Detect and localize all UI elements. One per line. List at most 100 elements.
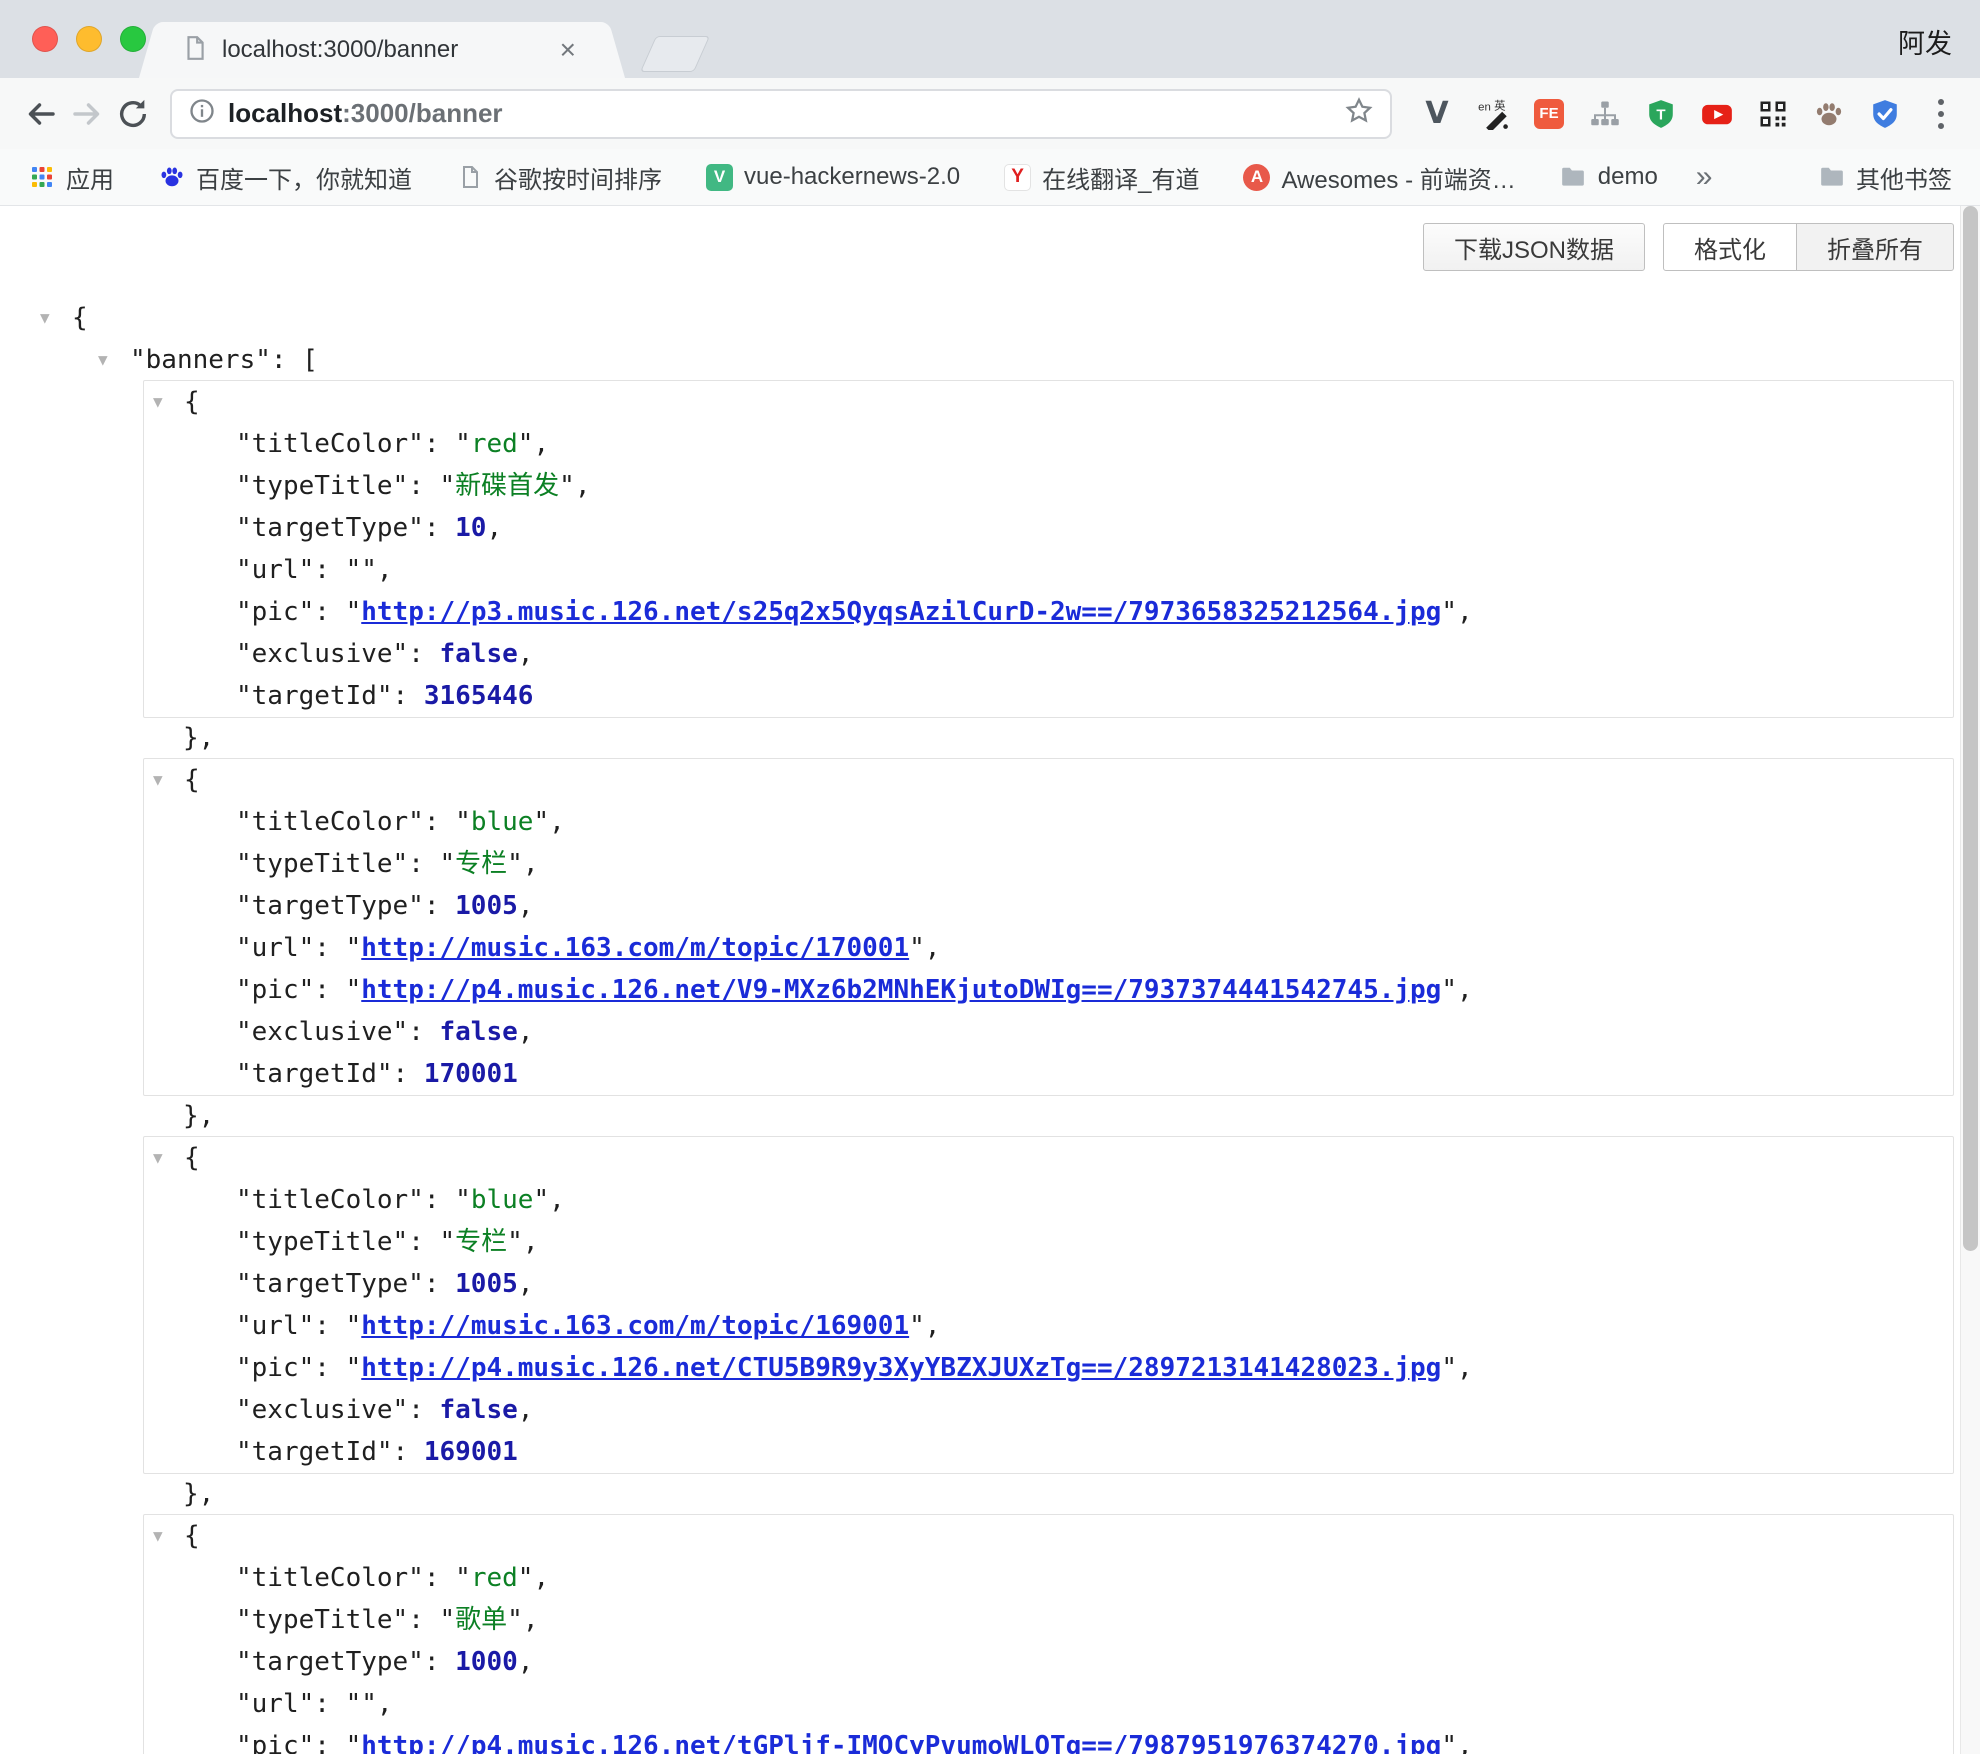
scrollbar-thumb[interactable] [1963, 206, 1978, 1251]
json-key: "url" [236, 1689, 314, 1719]
bookmark-label: 在线翻译_有道 [1042, 160, 1199, 195]
json-property-line: "exclusive": false, [144, 633, 1953, 675]
collapse-triangle-icon[interactable]: ▼ [153, 759, 163, 801]
json-colon: : [424, 1269, 455, 1299]
json-url-link[interactable]: http://p4.music.126.net/V9-MXz6b2MNhEKju… [361, 975, 1441, 1005]
json-property-line: "pic": "http://p4.music.126.net/tGPljf-I… [144, 1725, 1953, 1754]
json-close-brace: }, [183, 1101, 214, 1131]
json-quote: " [533, 807, 549, 837]
shield-check-icon[interactable] [1868, 97, 1902, 131]
browser-menu-icon[interactable] [1924, 99, 1958, 129]
json-comma: , [1457, 597, 1473, 627]
bookmark-item-google-sort[interactable]: 谷歌按时间排序 [456, 160, 662, 195]
json-url-link[interactable]: http://music.163.com/m/topic/169001 [361, 1311, 909, 1341]
json-url-link[interactable]: http://p4.music.126.net/tGPljf-IMOCyPvum… [361, 1731, 1441, 1754]
paw-icon[interactable] [1812, 97, 1846, 131]
active-tab[interactable]: localhost:3000/banner × [162, 22, 602, 78]
json-property-line: "url": "http://music.163.com/m/topic/169… [144, 1305, 1953, 1347]
zoom-window-button[interactable] [120, 26, 146, 52]
bookmark-item-youdao[interactable]: Y 在线翻译_有道 [1004, 160, 1199, 195]
bookmark-item-demo[interactable]: demo [1560, 163, 1658, 191]
translate-pen-icon[interactable]: en英 [1476, 97, 1510, 131]
json-string-value: 歌单 [455, 1605, 507, 1635]
bookmark-label: 百度一下，你就知道 [196, 160, 412, 195]
close-window-button[interactable] [32, 26, 58, 52]
json-number-value: 1000 [455, 1647, 518, 1677]
folder-icon [1818, 164, 1845, 191]
json-quote: " [346, 1731, 362, 1754]
collapse-triangle-icon[interactable]: ▼ [153, 381, 163, 423]
json-string-value: blue [471, 807, 534, 837]
download-json-button[interactable]: 下载JSON数据 [1423, 223, 1645, 271]
json-property-line: "targetId": 169001 [144, 1431, 1953, 1473]
page-info-icon[interactable] [188, 97, 216, 130]
vertical-scrollbar[interactable] [1960, 206, 1980, 1754]
json-key: "typeTitle" [236, 1605, 408, 1635]
json-colon: : [314, 1311, 345, 1341]
json-url-link[interactable]: http://music.163.com/m/topic/170001 [361, 933, 909, 963]
json-line: ▼{ [144, 759, 1953, 801]
back-button[interactable] [18, 91, 64, 137]
json-key: "exclusive" [236, 1395, 408, 1425]
profile-name[interactable]: 阿发 [1898, 22, 1952, 61]
json-key: "titleColor" [236, 1185, 424, 1215]
navigation-toolbar: localhost:3000/banner V en英 FE T [0, 78, 1980, 149]
json-key: "targetType" [236, 891, 424, 921]
json-key: "url" [236, 555, 314, 585]
tab-close-icon[interactable]: × [554, 34, 582, 66]
sitemap-icon[interactable] [1588, 97, 1622, 131]
json-array-open: [ [302, 345, 318, 375]
collapse-all-button[interactable]: 折叠所有 [1797, 223, 1954, 271]
bookmarks-bar: 应用 百度一下，你就知道 谷歌按时间排序 V vue-hackernews-2.… [0, 149, 1980, 206]
youtube-icon[interactable] [1700, 97, 1734, 131]
json-quote: " [440, 1227, 456, 1257]
json-colon: : [314, 1689, 345, 1719]
json-number-value: 10 [455, 513, 486, 543]
json-key: "targetId" [236, 1437, 393, 1467]
svg-text:en: en [1478, 101, 1491, 113]
new-tab-button[interactable] [640, 36, 710, 72]
json-close-brace: }, [183, 723, 214, 753]
json-property-line: "typeTitle": "专栏", [144, 1221, 1953, 1263]
reload-button[interactable] [110, 91, 156, 137]
json-key: "targetType" [236, 1269, 424, 1299]
bookmarks-overflow-icon[interactable]: » [1696, 160, 1713, 194]
json-property-line: "titleColor": "blue", [144, 1179, 1953, 1221]
json-url-link[interactable]: http://p4.music.126.net/CTU5B9R9y3XyYBZX… [361, 1353, 1441, 1383]
json-key: "typeTitle" [236, 471, 408, 501]
format-button[interactable]: 格式化 [1663, 223, 1797, 271]
document-icon [456, 164, 483, 191]
json-open-brace: { [184, 387, 200, 417]
collapse-triangle-icon[interactable]: ▼ [40, 297, 50, 339]
address-bar[interactable]: localhost:3000/banner [170, 89, 1392, 139]
json-colon: : [314, 1353, 345, 1383]
qr-code-icon[interactable] [1756, 97, 1790, 131]
collapse-triangle-icon[interactable]: ▼ [153, 1515, 163, 1557]
vue-devtools-icon[interactable]: V [1420, 97, 1454, 131]
bookmark-item-vue-hackernews[interactable]: V vue-hackernews-2.0 [706, 163, 960, 191]
bookmark-star-icon[interactable] [1344, 96, 1374, 131]
json-colon: : [393, 1437, 424, 1467]
json-colon: : [408, 1017, 439, 1047]
json-quote: " [440, 1605, 456, 1635]
awesomes-favicon-icon: A [1243, 164, 1270, 191]
bookmark-label: Awesomes - 前端资… [1281, 160, 1515, 195]
json-property-line: "titleColor": "blue", [144, 801, 1953, 843]
minimize-window-button[interactable] [76, 26, 102, 52]
fe-extension-icon[interactable]: FE [1532, 97, 1566, 131]
json-string-value: 专栏 [455, 1227, 507, 1257]
json-key: "titleColor" [236, 429, 424, 459]
json-url-link[interactable]: http://p3.music.126.net/s25q2x5QyqsAzilC… [361, 597, 1441, 627]
bookmark-item-baidu[interactable]: 百度一下，你就知道 [158, 160, 412, 195]
other-bookmarks-folder[interactable]: 其他书签 [1818, 160, 1952, 195]
t-shield-icon[interactable]: T [1644, 97, 1678, 131]
collapse-triangle-icon[interactable]: ▼ [153, 1137, 163, 1179]
json-open-brace: { [184, 1521, 200, 1551]
bookmark-item-apps[interactable]: 应用 [28, 160, 114, 195]
collapse-triangle-icon[interactable]: ▼ [98, 339, 108, 381]
bookmark-item-awesomes[interactable]: A Awesomes - 前端资… [1243, 160, 1515, 195]
bookmark-label: 谷歌按时间排序 [494, 160, 662, 195]
json-comma: , [518, 1269, 534, 1299]
forward-button[interactable] [64, 91, 110, 137]
json-comma: , [523, 1605, 539, 1635]
